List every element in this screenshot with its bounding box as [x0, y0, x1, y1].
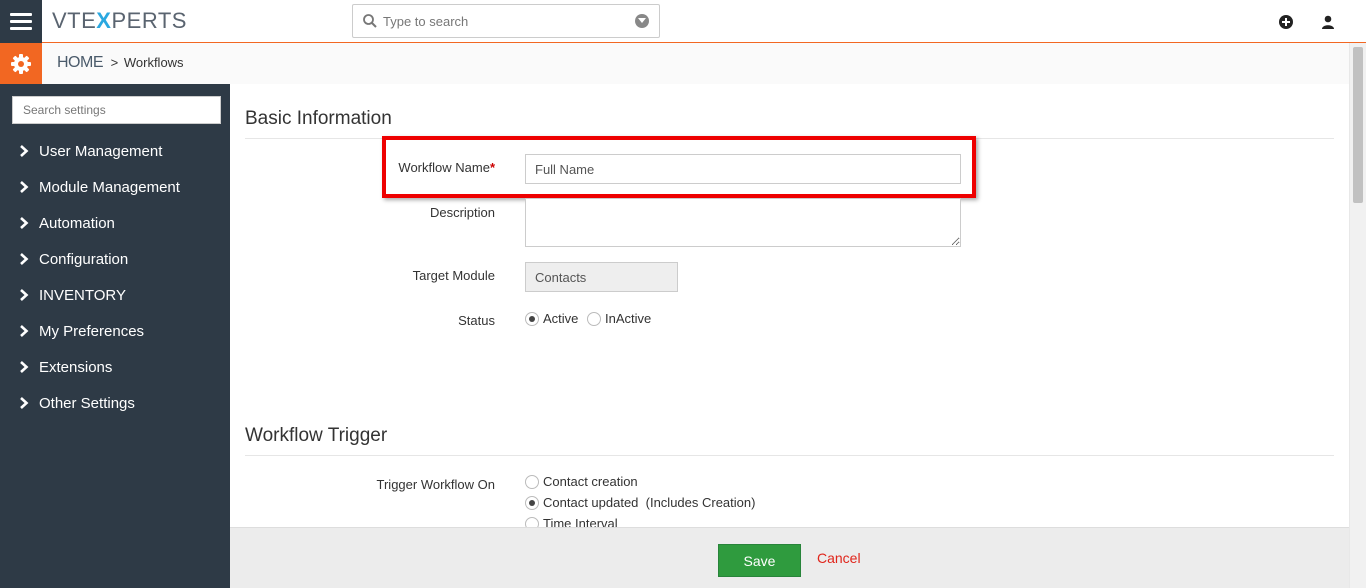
trigger-option-time-interval[interactable]: Time Interval [525, 516, 618, 527]
trigger-workflow-on-label: Trigger Workflow On [376, 477, 495, 492]
chevron-right-icon [20, 181, 29, 193]
breadcrumb-home[interactable]: HOME [57, 54, 104, 71]
status-radio-inactive[interactable]: InActive [587, 311, 651, 326]
breadcrumb-current: Workflows [123, 55, 184, 70]
status-label: Status [458, 313, 495, 328]
sidebar-item-label: Configuration [39, 250, 129, 268]
sidebar-item-inventory[interactable]: INVENTORY [18, 283, 126, 307]
radio-button[interactable] [587, 311, 601, 326]
settings-sidebar: Search settings User Management Module M… [0, 84, 230, 588]
form-footer: Save Cancel [230, 527, 1349, 588]
radio-button[interactable] [525, 495, 539, 510]
app-logo[interactable]: VTEXPERTS [52, 8, 187, 34]
save-button[interactable]: Save [718, 544, 801, 577]
status-radio-active[interactable]: Active [525, 311, 578, 326]
breadcrumb-separator: > [110, 55, 119, 70]
sidebar-item-other-settings[interactable]: Other Settings [18, 391, 135, 415]
section-divider [245, 455, 1334, 456]
chevron-right-icon [20, 145, 29, 157]
sidebar-item-label: Module Management [39, 178, 180, 196]
top-navbar: VTEXPERTS Type to search [0, 0, 1366, 43]
workflow-edit-form: Basic Information Workflow Name* Descrip… [230, 84, 1349, 527]
chevron-right-icon [20, 361, 29, 373]
radio-button[interactable] [525, 311, 539, 326]
chevron-right-icon [20, 325, 29, 337]
search-icon [363, 14, 377, 28]
search-dropdown-icon[interactable] [635, 14, 649, 28]
target-module-label: Target Module [412, 268, 495, 283]
sidebar-item-label: Automation [39, 214, 115, 232]
sidebar-item-module-management[interactable]: Module Management [18, 175, 180, 199]
target-module-field: Contacts [525, 262, 678, 292]
add-icon[interactable] [1278, 14, 1294, 30]
sidebar-item-label: My Preferences [39, 322, 145, 340]
menu-icon[interactable] [0, 0, 42, 43]
chevron-right-icon [20, 397, 29, 409]
trigger-option-contact-updated[interactable]: Contact updated (Includes Creation) [525, 495, 755, 510]
scrollbar-thumb[interactable] [1353, 47, 1363, 203]
breadcrumb-bar: HOME > Workflows [0, 43, 1366, 84]
workflow-trigger-title: Workflow Trigger [245, 425, 388, 446]
chevron-right-icon [20, 289, 29, 301]
search-placeholder: Type to search [383, 14, 469, 29]
global-search-input[interactable]: Type to search [352, 4, 660, 38]
breadcrumb: HOME > Workflows [57, 54, 184, 72]
sidebar-item-my-preferences[interactable]: My Preferences [18, 319, 144, 343]
chevron-right-icon [20, 217, 29, 229]
sidebar-item-label: User Management [39, 142, 163, 160]
sidebar-item-label: Extensions [39, 358, 113, 376]
user-icon[interactable] [1320, 14, 1336, 30]
description-label: Description [429, 205, 495, 220]
trigger-option-contact-creation[interactable]: Contact creation [525, 474, 638, 489]
description-textarea[interactable] [525, 198, 961, 247]
highlight-box [382, 136, 976, 198]
radio-button[interactable] [525, 474, 539, 489]
page-scrollbar[interactable] [1349, 43, 1366, 588]
basic-information-title: Basic Information [245, 108, 392, 129]
sidebar-item-user-management[interactable]: User Management [18, 139, 162, 163]
gear-icon [11, 53, 31, 74]
settings-search-input[interactable]: Search settings [12, 96, 221, 124]
radio-button[interactable] [525, 516, 539, 527]
settings-gear-button[interactable] [0, 43, 42, 84]
sidebar-item-automation[interactable]: Automation [18, 211, 115, 235]
sidebar-item-extensions[interactable]: Extensions [18, 355, 112, 379]
sidebar-item-configuration[interactable]: Configuration [18, 247, 128, 271]
chevron-right-icon [20, 253, 29, 265]
sidebar-item-label: Other Settings [39, 394, 135, 412]
sidebar-item-label: INVENTORY [39, 286, 126, 304]
cancel-link[interactable]: Cancel [817, 550, 861, 566]
